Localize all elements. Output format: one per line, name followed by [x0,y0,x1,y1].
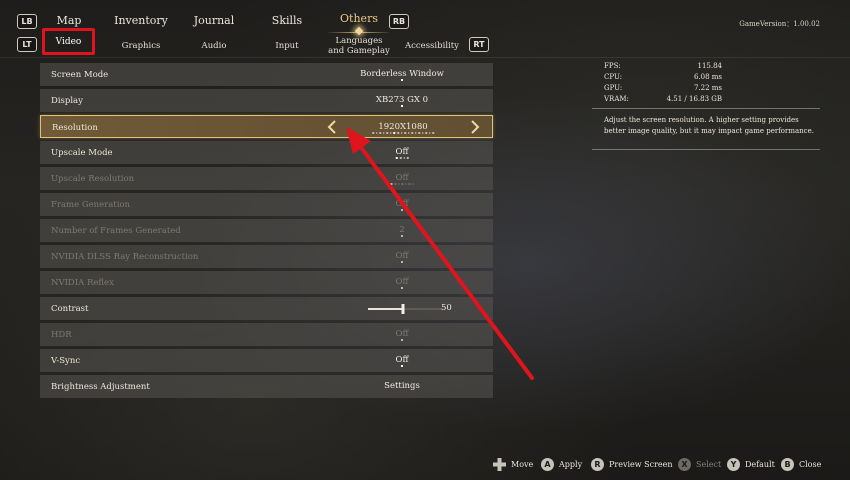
hint-default[interactable]: Default [745,460,775,469]
option-dots [372,131,434,134]
setting-label: NVIDIA DLSS Ray Reconstruction [51,252,199,262]
tab-skills[interactable]: Skills [272,14,302,27]
x-button-icon: X [678,458,691,471]
game-version: GameVersion：1.00.02 [739,20,820,28]
option-dots [395,156,409,159]
option-dots [401,364,403,367]
option-dots [401,338,403,341]
setting-label: Upscale Mode [51,148,113,158]
cpu-label: CPU: [604,73,622,81]
setting-label: NVIDIA Reflex [51,278,114,288]
tab-input[interactable]: Input [275,41,298,51]
setting-brightness-adjustment[interactable]: Brightness Adjustment Settings [40,375,493,398]
arrow-left-icon[interactable] [325,120,339,134]
setting-screen-mode[interactable]: Screen Mode Borderless Window [40,63,493,86]
tab-graphics[interactable]: Graphics [122,41,161,51]
y-button-icon[interactable]: Y [727,458,740,471]
rb-button-icon[interactable]: RB [389,14,409,29]
b-button-icon[interactable]: B [781,458,794,471]
setting-label: Brightness Adjustment [51,382,150,392]
header-divider [0,57,850,58]
option-dots [401,104,403,107]
fps-label: FPS: [604,62,621,70]
hint-apply[interactable]: Apply [559,460,582,469]
option-dots [390,182,414,185]
active-tab-gem-icon [354,26,364,36]
setting-description: Adjust the screen resolution. A higher s… [604,116,814,135]
setting-label: HDR [51,330,72,340]
slider-value: 50 [441,303,452,313]
tab-inventory[interactable]: Inventory [114,14,168,27]
option-dots [401,234,403,237]
tab-video-label: Video [55,36,82,47]
tab-others[interactable]: Others [340,12,378,25]
setting-resolution[interactable]: Resolution 1920X1080 [40,115,493,138]
slider-fill [368,308,403,310]
lt-button-icon[interactable]: LT [17,37,37,52]
setting-number-of-frames-generated: Number of Frames Generated 2 [40,219,493,242]
arrow-right-icon[interactable] [468,120,482,134]
setting-label: Contrast [51,304,89,314]
setting-upscale-resolution: Upscale Resolution Off [40,167,493,190]
setting-label: Display [51,96,83,106]
vram-value: 4.51 / 16.83 GB [666,95,722,103]
tab-journal[interactable]: Journal [194,14,235,27]
panel-divider [592,149,820,150]
performance-stats: FPS: 115.84 CPU: 6.08 ms GPU: 7.22 ms VRAM:… [604,61,722,105]
setting-label: Upscale Resolution [51,174,135,184]
cpu-value: 6.08 ms [693,73,722,81]
contrast-slider[interactable] [368,304,442,314]
lb-button-icon[interactable]: LB [17,14,37,29]
slider-thumb[interactable] [401,304,405,314]
option-dots [401,286,403,289]
setting-hdr: HDR Off [40,323,493,346]
gpu-label: GPU: [604,84,623,92]
panel-divider [592,108,820,109]
setting-label: Number of Frames Generated [51,226,181,236]
a-button-icon[interactable]: A [541,458,554,471]
hint-select: Select [696,460,722,469]
hint-move: Move [511,460,534,469]
hint-preview-screen[interactable]: Preview Screen [609,460,673,469]
setting-v-sync[interactable]: V-Sync Off [40,349,493,372]
settings-list: Screen Mode Borderless Window Display XB… [40,63,493,401]
setting-upscale-mode[interactable]: Upscale Mode Off [40,141,493,164]
gpu-value: 7.22 ms [693,84,722,92]
dpad-icon [493,458,506,471]
option-dots [401,208,403,211]
setting-label: V-Sync [51,356,81,366]
setting-frame-generation: Frame Generation Off [40,193,493,216]
setting-label: Screen Mode [51,70,109,80]
hint-close[interactable]: Close [799,460,821,469]
setting-nvidia-dlss-ray-reconstruction: NVIDIA DLSS Ray Reconstruction Off [40,245,493,268]
r-stick-icon[interactable]: R [591,458,604,471]
tab-accessibility[interactable]: Accessibility [405,41,459,51]
option-dots [401,260,403,263]
option-dots [401,78,403,81]
tab-map[interactable]: Map [57,14,82,27]
rt-button-icon[interactable]: RT [469,37,489,52]
setting-display[interactable]: Display XB273 GX 0 [40,89,493,112]
setting-label: Resolution [52,123,98,133]
setting-nvidia-reflex: NVIDIA Reflex Off [40,271,493,294]
vram-label: VRAM: [604,95,629,103]
fps-value: 115.84 [697,62,723,70]
tab-audio[interactable]: Audio [202,41,227,51]
tab-video[interactable]: Video [42,28,95,55]
setting-label: Frame Generation [51,200,131,210]
setting-contrast[interactable]: Contrast 50 [40,297,493,320]
tab-languages-and-gameplay[interactable]: Languages and Gameplay [328,36,390,56]
